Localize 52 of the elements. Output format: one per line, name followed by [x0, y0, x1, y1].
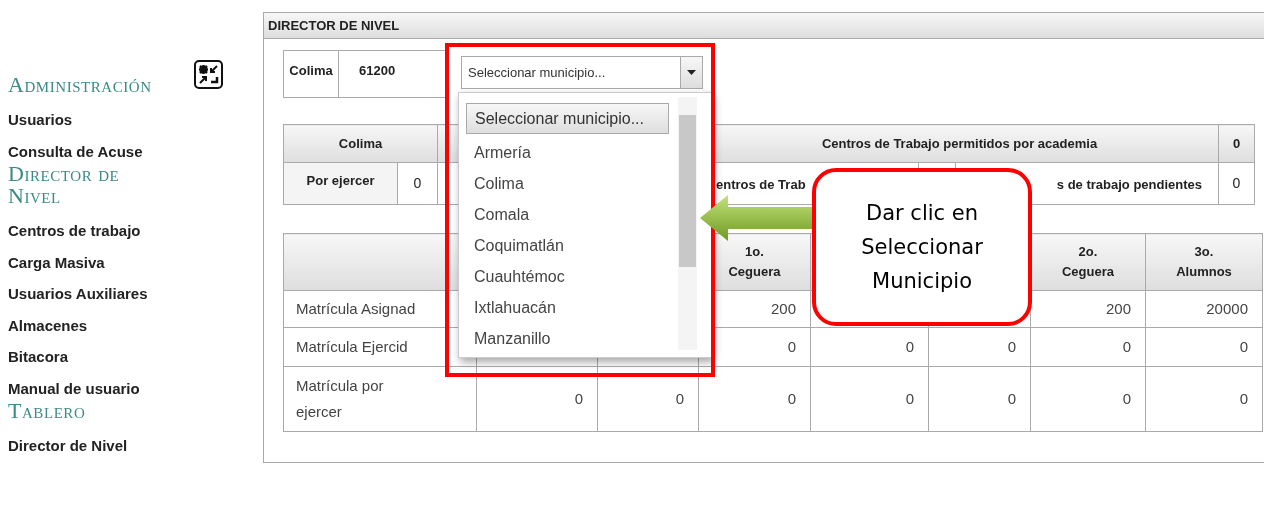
table-cell: 0 [1122, 337, 1131, 355]
column-header: 3o. Alumnos [1175, 243, 1233, 281]
table-cell: 0 [905, 389, 914, 407]
scrollbar[interactable] [678, 97, 697, 350]
table-header-cell: s de trabajo pendientes [1056, 177, 1202, 192]
table-cell: 0 [1218, 124, 1255, 163]
table-cell: 0 [787, 389, 796, 407]
section-heading: Administración [8, 74, 153, 96]
table-header-cell: entros de Trab [716, 177, 806, 192]
dropdown-option[interactable]: Manzanillo [466, 324, 551, 355]
dropdown-option[interactable]: Armería [466, 138, 531, 169]
sidebar-link[interactable]: Director de Nivel [8, 430, 128, 462]
table-cell: 200 [1105, 299, 1131, 317]
table-cell: 0 [1122, 389, 1131, 407]
callout: Dar clic en Seleccionar Municipio [812, 168, 1032, 326]
dropdown-option[interactable]: Coquimatlán [466, 231, 564, 262]
column-header: 2o. Ceguera [1061, 243, 1115, 281]
row-label: Matrícula Asignad [296, 299, 416, 319]
table-cell: 0 [397, 162, 438, 205]
table-cell: 0 [1239, 389, 1248, 407]
table-cell: 0 [1239, 337, 1248, 355]
collapse-icon[interactable] [194, 60, 223, 89]
table-cell: 0 [574, 389, 583, 407]
row-label: Matrícula por ejercer [296, 376, 385, 422]
row-label: Matrícula Ejercid [296, 337, 409, 357]
sidebar-link[interactable]: Usuarios [8, 104, 73, 136]
dropdown-option[interactable]: Cuauhtémoc [466, 262, 565, 293]
table-cell: 20000 [1206, 299, 1248, 317]
table-cell: 200 [770, 299, 796, 317]
postal-code: 61200 [358, 62, 397, 80]
table-cell: 0 [1007, 337, 1016, 355]
table-cell: 0 [1007, 389, 1016, 407]
sidebar-link[interactable]: Almacenes [8, 309, 88, 341]
municipio-select[interactable]: Seleccionar municipio... [461, 56, 703, 89]
sidebar-link[interactable]: Carga Masiva [8, 246, 105, 278]
dropdown-option[interactable]: Seleccionar municipio... [466, 103, 669, 134]
state-label: Colima [284, 51, 339, 97]
panel-header: DIRECTOR DE NIVEL [264, 13, 1264, 39]
table-header-cell: Por ejercer [283, 162, 398, 205]
sidebar-link[interactable]: Usuarios Auxiliares [8, 278, 148, 310]
dropdown-option[interactable]: Comala [466, 200, 530, 231]
caret-icon [687, 70, 696, 75]
dropdown-option[interactable]: Colima [466, 169, 524, 200]
sidebar-link[interactable]: Centros de trabajo [8, 215, 141, 247]
table-cell: 0 [787, 337, 796, 355]
dropdown-option[interactable]: Ixtlahuacán [466, 293, 556, 324]
table-cell: 0 [1218, 162, 1255, 205]
table-header-cell: Colima [283, 124, 438, 163]
column-header: 1o. Ceguera [727, 243, 782, 281]
sidebar-link[interactable]: Bitacora [8, 341, 69, 373]
table-cell: 0 [905, 337, 914, 355]
table-cell: 0 [675, 389, 684, 407]
